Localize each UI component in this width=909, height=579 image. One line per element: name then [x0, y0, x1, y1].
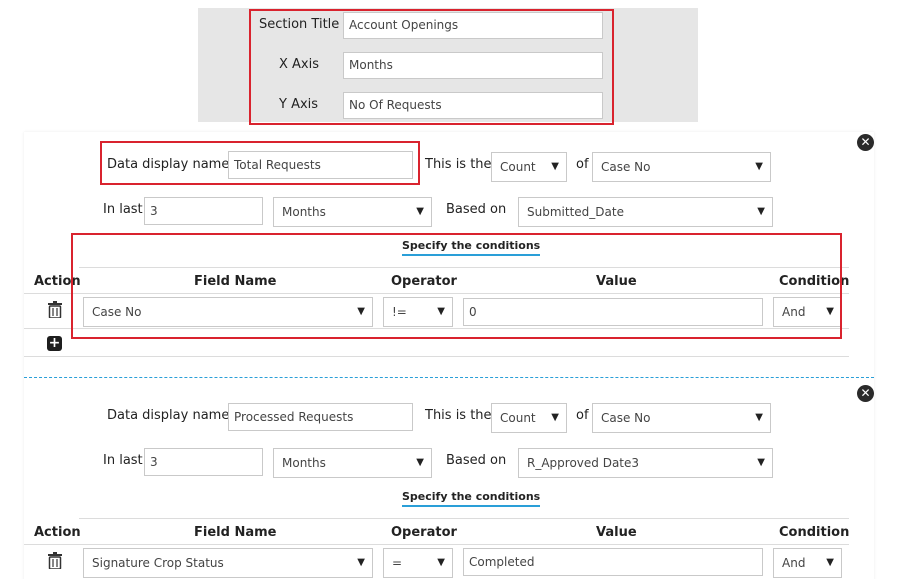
- close-icon[interactable]: ✕: [857, 385, 874, 402]
- this-is-the-label: This is the: [425, 157, 492, 172]
- trash-icon[interactable]: [48, 552, 62, 570]
- data-display-name-input[interactable]: Processed Requests: [228, 403, 413, 431]
- column-header-field-name: Field Name: [194, 525, 277, 540]
- of-field-select[interactable]: Case No ▼: [592, 403, 771, 433]
- chevron-down-icon: ▼: [826, 557, 834, 568]
- in-last-label: In last: [103, 453, 143, 468]
- period-value: Months: [282, 456, 326, 470]
- based-on-value: Submitted_Date: [527, 205, 624, 219]
- period-select[interactable]: Months ▼: [273, 197, 432, 227]
- highlight-chart-settings: [249, 9, 614, 125]
- in-last-input[interactable]: 3: [144, 197, 263, 225]
- data-display-name-label: Data display name: [107, 408, 230, 423]
- chevron-down-icon: ▼: [757, 206, 765, 217]
- condition-join-value: And: [782, 556, 806, 570]
- divider: [24, 356, 849, 357]
- based-on-select[interactable]: Submitted_Date ▼: [518, 197, 773, 227]
- column-header-operator: Operator: [391, 525, 457, 540]
- of-label: of: [576, 157, 589, 172]
- based-on-label: Based on: [446, 202, 507, 217]
- plus-icon[interactable]: +: [47, 336, 62, 351]
- aggregate-select[interactable]: Count ▼: [491, 152, 567, 182]
- highlight-conditions: [71, 233, 842, 339]
- chevron-down-icon: ▼: [416, 457, 424, 468]
- close-icon[interactable]: ✕: [857, 134, 874, 151]
- based-on-value: R_Approved Date3: [527, 456, 640, 470]
- chevron-down-icon: ▼: [416, 206, 424, 217]
- based-on-label: Based on: [446, 453, 507, 468]
- chevron-down-icon: ▼: [551, 161, 559, 172]
- condition-join-select[interactable]: And ▼: [773, 548, 842, 578]
- period-select[interactable]: Months ▼: [273, 448, 432, 478]
- condition-field-value: Signature Crop Status: [92, 556, 224, 570]
- column-header-action: Action: [34, 525, 81, 540]
- operator-value: =: [392, 556, 403, 570]
- column-header-condition: Condition: [779, 525, 850, 540]
- divider: [79, 518, 849, 519]
- of-field-select[interactable]: Case No ▼: [592, 152, 771, 182]
- condition-value-input[interactable]: Completed: [463, 548, 763, 576]
- this-is-the-label: This is the: [425, 408, 492, 423]
- of-field-value: Case No: [601, 411, 651, 425]
- block-separator: [24, 377, 874, 378]
- chevron-down-icon: ▼: [551, 412, 559, 423]
- of-field-value: Case No: [601, 160, 651, 174]
- divider: [24, 544, 849, 545]
- chevron-down-icon: ▼: [437, 557, 445, 568]
- chevron-down-icon: ▼: [755, 161, 763, 172]
- in-last-label: In last: [103, 202, 143, 217]
- specify-conditions-link[interactable]: Specify the conditions: [402, 490, 541, 507]
- chevron-down-icon: ▼: [755, 412, 763, 423]
- of-label: of: [576, 408, 589, 423]
- column-header-value: Value: [596, 525, 637, 540]
- trash-icon[interactable]: [48, 301, 62, 319]
- period-value: Months: [282, 205, 326, 219]
- chevron-down-icon: ▼: [357, 557, 365, 568]
- based-on-select[interactable]: R_Approved Date3 ▼: [518, 448, 773, 478]
- aggregate-value: Count: [500, 411, 536, 425]
- chevron-down-icon: ▼: [757, 457, 765, 468]
- in-last-input[interactable]: 3: [144, 448, 263, 476]
- condition-field-select[interactable]: Signature Crop Status ▼: [83, 548, 373, 578]
- highlight-data-display-name: [100, 141, 420, 185]
- aggregate-select[interactable]: Count ▼: [491, 403, 567, 433]
- operator-select[interactable]: = ▼: [383, 548, 453, 578]
- aggregate-value: Count: [500, 160, 536, 174]
